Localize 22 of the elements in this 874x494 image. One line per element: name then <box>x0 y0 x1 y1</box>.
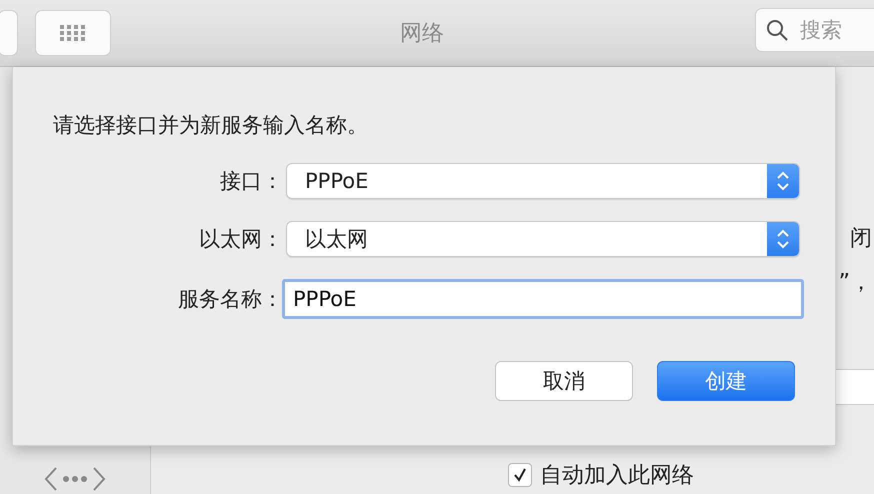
popup-menu[interactable]: PPPoE <box>286 163 800 199</box>
more-options-icon <box>44 466 106 492</box>
grid-icon <box>59 24 87 42</box>
search-icon <box>765 18 789 42</box>
cancel-button[interactable]: 取消 <box>495 361 633 401</box>
background-text: 闭 <box>850 225 872 253</box>
stepper-icon <box>767 164 799 198</box>
field-label: 以太网： <box>198 226 283 253</box>
stepper-icon <box>767 222 799 256</box>
back-button[interactable] <box>0 10 18 56</box>
window-title: 网络 <box>399 20 445 48</box>
field-label: 接口： <box>219 168 283 195</box>
field-label: 服务名称： <box>177 286 283 313</box>
grid-view-button[interactable] <box>35 10 111 56</box>
checkbox[interactable] <box>508 463 532 487</box>
search-field[interactable]: 搜索 <box>755 8 874 52</box>
input-field[interactable]: PPPoE <box>282 279 804 319</box>
popup-menu[interactable]: 以太网 <box>286 221 800 257</box>
checkbox-label: 自动加入此网络 <box>540 462 694 490</box>
instruction-text: 请选择接口并为新服务输入名称。 <box>53 112 369 139</box>
checkmark-icon <box>512 467 528 483</box>
background-text: ”， <box>838 269 872 297</box>
